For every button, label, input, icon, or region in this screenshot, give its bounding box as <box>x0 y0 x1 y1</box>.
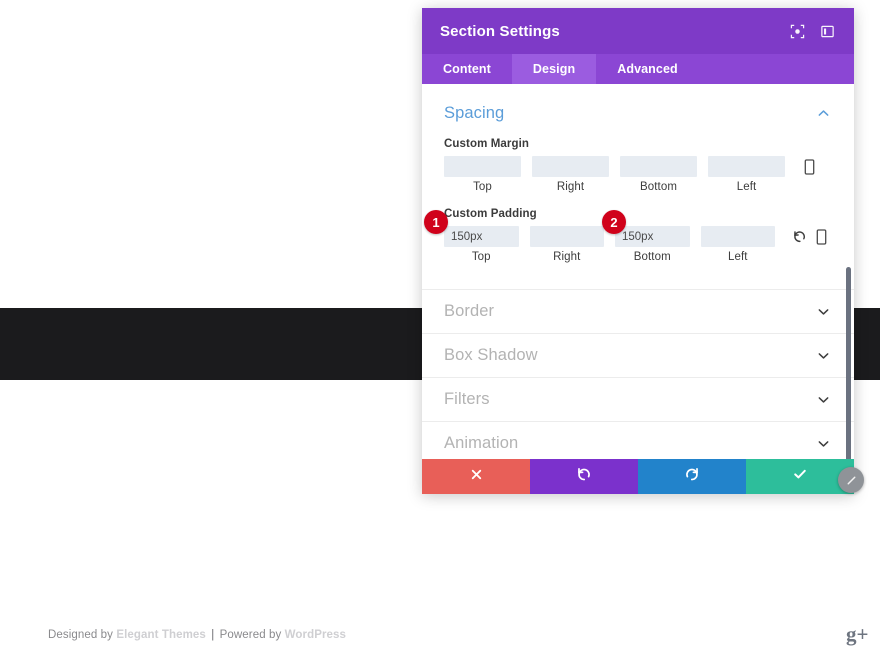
padding-bottom-caption: Bottom <box>633 251 671 263</box>
padding-right-field[interactable] <box>529 226 604 247</box>
padding-right-cell: Right <box>529 226 604 263</box>
margin-bottom-cell: Bottom <box>620 156 697 193</box>
undo-icon <box>576 466 592 487</box>
margin-bottom-caption: Bottom <box>639 181 678 193</box>
panel-body: Spacing Custom Margin Top Right Bottom L… <box>422 84 854 459</box>
tab-content[interactable]: Content <box>422 54 512 84</box>
margin-bottom-field[interactable] <box>620 156 697 177</box>
section-label-animation: Animation <box>444 434 519 452</box>
padding-right-caption: Right <box>553 251 581 263</box>
padding-bottom-field[interactable]: 150px <box>615 226 690 247</box>
panel-title: Section Settings <box>440 22 560 40</box>
margin-top-field[interactable] <box>444 156 521 177</box>
panel-action-bar <box>422 459 854 494</box>
custom-padding-row: 150px Top Right 150px Bottom Left <box>444 226 832 263</box>
chevron-down-icon[interactable] <box>814 391 832 409</box>
reset-icon[interactable] <box>788 226 810 247</box>
panel-tabs: Content Design Advanced <box>422 54 854 84</box>
layout-toggle-icon[interactable] <box>814 18 840 44</box>
step-badge-1: 1 <box>424 210 448 234</box>
mobile-device-icon[interactable] <box>798 156 820 177</box>
chevron-down-icon[interactable] <box>814 303 832 321</box>
section-row-border[interactable]: Border <box>422 290 854 334</box>
section-row-box-shadow[interactable]: Box Shadow <box>422 334 854 378</box>
section-settings-panel: Section Settings Content Design Advanced… <box>422 8 854 494</box>
section-row-animation[interactable]: Animation <box>422 422 854 459</box>
check-icon <box>792 466 808 487</box>
spacing-group-title: Spacing <box>444 104 505 122</box>
padding-top-field[interactable]: 150px <box>444 226 519 247</box>
footer-middle: Powered by <box>219 629 285 641</box>
custom-padding-group: Custom Padding 150px Top Right 150px Bot… <box>422 208 854 263</box>
footer-separator: | <box>207 629 218 641</box>
panel-header: Section Settings <box>422 8 854 54</box>
padding-left-field[interactable] <box>700 226 775 247</box>
panel-scrollbar[interactable] <box>844 84 852 459</box>
custom-margin-group: Custom Margin Top Right Bottom Left <box>422 138 854 193</box>
section-row-filters[interactable]: Filters <box>422 378 854 422</box>
section-label-box-shadow: Box Shadow <box>444 346 538 364</box>
collapsed-sections-list: Border Box Shadow Filters Animation <box>422 289 854 459</box>
padding-row-tools <box>788 226 832 247</box>
custom-margin-row: Top Right Bottom Left <box>444 156 832 193</box>
padding-left-cell: Left <box>700 226 775 263</box>
custom-margin-label: Custom Margin <box>444 138 529 150</box>
google-plus-icon[interactable]: g+ <box>846 621 880 647</box>
padding-top-caption: Top <box>471 251 491 263</box>
redo-button[interactable] <box>638 459 746 494</box>
undo-button[interactable] <box>530 459 638 494</box>
chevron-up-icon[interactable] <box>814 105 832 123</box>
spacing-group-header[interactable]: Spacing <box>422 84 854 123</box>
tab-design[interactable]: Design <box>511 54 597 84</box>
chevron-down-icon[interactable] <box>814 435 832 453</box>
section-label-border: Border <box>444 302 495 320</box>
padding-top-cell: 150px Top <box>444 226 519 263</box>
panel-scrollbar-thumb[interactable] <box>846 267 851 459</box>
margin-top-cell: Top <box>444 156 521 193</box>
footer-credit-text: Designed by Elegant Themes | Powered by … <box>48 629 346 641</box>
close-icon <box>469 467 484 487</box>
margin-left-field[interactable] <box>708 156 785 177</box>
redo-icon <box>684 466 700 487</box>
margin-top-caption: Top <box>473 181 492 193</box>
margin-right-cell: Right <box>532 156 609 193</box>
tab-advanced[interactable]: Advanced <box>596 54 699 84</box>
padding-bottom-cell: 150px Bottom <box>615 226 690 263</box>
mobile-device-icon[interactable] <box>810 226 832 247</box>
step-badge-2: 2 <box>602 210 626 234</box>
custom-padding-label: Custom Padding <box>444 208 537 220</box>
resize-handle[interactable] <box>838 467 864 493</box>
footer-brand-wordpress[interactable]: WordPress <box>285 629 346 641</box>
target-icon[interactable] <box>784 18 810 44</box>
margin-left-caption: Left <box>736 181 757 193</box>
section-label-filters: Filters <box>444 390 490 408</box>
footer-brand-elegant-themes[interactable]: Elegant Themes <box>116 629 206 641</box>
margin-right-caption: Right <box>556 181 585 193</box>
cancel-button[interactable] <box>422 459 530 494</box>
margin-left-cell: Left <box>708 156 785 193</box>
footer-prefix: Designed by <box>48 629 117 641</box>
margin-right-field[interactable] <box>532 156 609 177</box>
chevron-down-icon[interactable] <box>814 347 832 365</box>
padding-left-caption: Left <box>727 251 748 263</box>
margin-row-tools <box>798 156 820 177</box>
